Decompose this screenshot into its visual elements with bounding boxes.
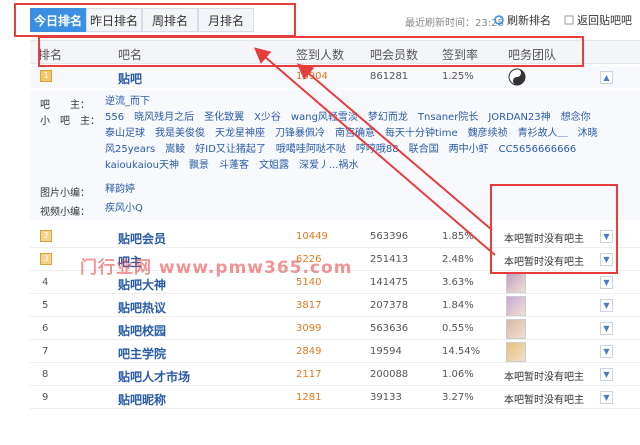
bar-name[interactable]: 吧主学院 (118, 345, 166, 362)
rank-number: 4 (42, 277, 49, 288)
rank-number: 5 (42, 300, 49, 311)
rank-number: 9 (42, 392, 49, 403)
assistants-list[interactable]: 556 晓风残月之后 圣化致翼 X少谷 wang风轻雪淡 梦幻而龙 Tnsane… (105, 110, 605, 174)
signin-count: 3099 (296, 323, 322, 334)
member-count: 563636 (370, 323, 409, 334)
signin-count: 3817 (296, 300, 322, 311)
signin-count: 1281 (296, 392, 322, 403)
member-count: 19594 (370, 346, 402, 357)
signin-rate: 3.63% (442, 277, 474, 288)
bar-name[interactable]: 贴吧人才市场 (118, 368, 190, 385)
video-editor-name[interactable]: 疾风小Q (105, 201, 143, 217)
member-count: 207378 (370, 300, 409, 311)
signin-rate: 1.25% (442, 71, 474, 82)
rank-number: 8 (42, 369, 49, 380)
signin-rate: 1.84% (442, 300, 474, 311)
refresh-icon (494, 15, 504, 25)
owner-label: 吧 主： (40, 100, 90, 111)
table-row-featured[interactable]: 1 贴吧 10904 861281 1.25% ▲ (30, 66, 640, 88)
member-count: 141475 (370, 277, 409, 288)
chevron-down-icon[interactable]: ▼ (600, 391, 613, 404)
table-row[interactable]: 7 吧主学院 2849 19594 14.54% ▼ (30, 341, 640, 363)
team-text: 本吧暂时没有吧主 (504, 395, 584, 406)
rank-badge: 2 (40, 230, 52, 242)
signin-count: 2849 (296, 346, 322, 357)
refresh-button[interactable]: 刷新排名 (494, 12, 551, 28)
refresh-label: 刷新排名 (507, 14, 551, 27)
signin-rate: 14.54% (442, 346, 481, 357)
table-row[interactable]: 8 贴吧人才市场 2117 200088 1.06% 本吧暂时没有吧主 ▼ (30, 364, 640, 386)
image-editor-label: 图片小编： (40, 188, 90, 199)
signin-rate: 3.27% (442, 392, 474, 403)
back-link[interactable]: 返回贴吧吧 (564, 12, 632, 28)
annotation-box-team (490, 184, 618, 274)
team-avatar[interactable] (506, 319, 526, 339)
team-avatar[interactable] (506, 296, 526, 316)
rank-badge: 3 (40, 253, 52, 265)
team-avatar[interactable] (506, 273, 526, 293)
member-count: 563396 (370, 231, 409, 242)
annotation-box-tabs (14, 3, 296, 37)
member-count: 39133 (370, 392, 402, 403)
yin-yang-avatar-icon (508, 68, 526, 86)
video-editor-label: 视频小编： (40, 207, 90, 218)
member-count: 200088 (370, 369, 409, 380)
owner-name[interactable]: 逆流_而下 (105, 94, 150, 110)
bar-name[interactable]: 贴吧昵称 (118, 391, 166, 408)
chevron-down-icon[interactable]: ▼ (600, 345, 613, 358)
rank-badge: 1 (40, 70, 52, 82)
member-count: 251413 (370, 254, 409, 265)
chevron-down-icon[interactable]: ▼ (600, 322, 613, 335)
rank-number: 7 (42, 346, 49, 357)
team-avatar[interactable] (506, 342, 526, 362)
watermark: 门行业网 www.pmw365.com (80, 258, 353, 278)
bar-name[interactable]: 贴吧会员 (118, 230, 166, 247)
member-count: 861281 (370, 71, 409, 82)
bar-name[interactable]: 贴吧校园 (118, 322, 166, 339)
table-row[interactable]: 9 贴吧昵称 1281 39133 3.27% 本吧暂时没有吧主 ▼ (30, 387, 640, 409)
collapse-icon[interactable]: ▲ (600, 71, 613, 84)
refresh-time: 最近刷新时间：23:28 (405, 18, 504, 29)
image-editor-name[interactable]: 释韵婷 (105, 182, 135, 198)
annotation-box-header (38, 36, 584, 67)
bar-name[interactable]: 贴吧 (118, 70, 142, 87)
signin-count: 5140 (296, 277, 322, 288)
bar-name[interactable]: 贴吧热议 (118, 299, 166, 316)
bar-name[interactable]: 贴吧大神 (118, 276, 166, 293)
signin-rate: 2.48% (442, 254, 474, 265)
chevron-down-icon[interactable]: ▼ (600, 299, 613, 312)
signin-rate: 0.55% (442, 323, 474, 334)
signin-count: 10904 (296, 71, 328, 82)
rank-number: 6 (42, 323, 49, 334)
signin-count: 2117 (296, 369, 322, 380)
chevron-down-icon[interactable]: ▼ (600, 276, 613, 289)
table-row[interactable]: 6 贴吧校园 3099 563636 0.55% ▼ (30, 318, 640, 340)
signin-count: 10449 (296, 231, 328, 242)
back-label: 返回贴吧吧 (577, 14, 632, 27)
table-row[interactable]: 5 贴吧热议 3817 207378 1.84% ▼ (30, 295, 640, 317)
chevron-down-icon[interactable]: ▼ (600, 368, 613, 381)
signin-rate: 1.85% (442, 231, 474, 242)
signin-rate: 1.06% (442, 369, 474, 380)
team-text: 本吧暂时没有吧主 (504, 372, 584, 383)
back-icon (564, 15, 574, 25)
assistants-label: 小 吧 主： (40, 116, 100, 127)
